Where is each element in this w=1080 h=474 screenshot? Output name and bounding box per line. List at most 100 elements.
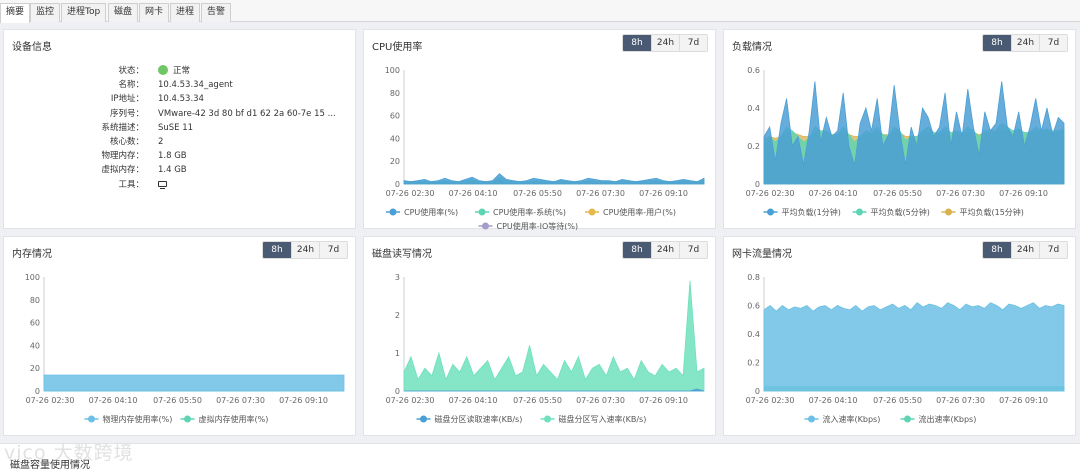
info-key: 虚拟内存：	[101, 165, 144, 176]
range-8h-button[interactable]: 8h	[263, 242, 291, 258]
legend-label: 物理内存使用率(%)	[103, 414, 173, 424]
range-24h-button[interactable]: 24h	[651, 242, 679, 258]
watermark: vico 大数跨境	[4, 442, 134, 464]
y-tick-label: 100	[25, 273, 40, 282]
info-row-cores: 核心数： 2	[4, 135, 356, 149]
range-8h-button[interactable]: 8h	[983, 242, 1011, 258]
legend-item[interactable]: CPU使用率(%)	[386, 207, 458, 217]
x-tick-label: 07-26 07:30	[576, 396, 625, 405]
x-tick-label: 07-26 07:30	[216, 396, 265, 405]
legend-item[interactable]: 磁盘分区写入速率(KB/s)	[540, 414, 647, 424]
y-tick-label: 0	[755, 387, 760, 396]
legend-label: 流入速率(Kbps)	[823, 414, 881, 424]
range-7d-button[interactable]: 7d	[679, 35, 707, 51]
x-tick-label: 07-26 04:10	[809, 189, 858, 198]
tab-process-top[interactable]: 进程Top	[61, 3, 107, 22]
time-range-selector: 8h 24h 7d	[262, 241, 348, 259]
legend-label: CPU使用率-系统(%)	[493, 207, 566, 217]
disk-io-panel: 磁盘读写情况 8h 24h 7d 0 1 2 3 07-26 02:30 07-26 04…	[363, 236, 716, 436]
info-row-ip: IP地址： 10.4.53.34	[4, 92, 356, 106]
series-area-0	[763, 302, 1065, 392]
y-tick-label: 20	[30, 364, 40, 373]
legend-marker	[482, 222, 489, 230]
legend-item[interactable]: 物理内存使用率(%)	[84, 414, 173, 424]
range-8h-button[interactable]: 8h	[983, 35, 1011, 51]
legend-marker	[544, 415, 551, 423]
info-value: 正常	[158, 64, 190, 78]
device-info-list: 状态： 正常 名称： 10.4.53.34_agent IP地址： 10.4.53.…	[4, 64, 356, 192]
legend-label: CPU使用率-用户(%)	[603, 207, 676, 217]
legend-marker	[389, 208, 397, 216]
legend-item[interactable]: 平均负载(1分钟)	[763, 207, 841, 217]
y-tick-label: 3	[395, 273, 400, 282]
x-tick-label: 07-26 09:10	[639, 189, 688, 198]
x-tick-label: 07-26 02:30	[386, 189, 435, 198]
legend-item[interactable]: 虚拟内存使用率(%)	[180, 414, 269, 424]
remote-desktop-icon[interactable]	[158, 180, 167, 189]
range-8h-button[interactable]: 8h	[623, 35, 651, 51]
info-value: 10.4.53.34	[158, 94, 204, 105]
info-row-tools: 工具：	[4, 178, 356, 192]
panel-title: CPU使用率	[372, 42, 423, 53]
legend-item[interactable]: 流入速率(Kbps)	[804, 414, 881, 424]
range-24h-button[interactable]: 24h	[291, 242, 319, 258]
panel-title: 网卡流量情况	[732, 249, 792, 260]
info-row-physical-memory: 物理内存： 1.8 GB	[4, 149, 356, 163]
info-row-virtual-memory: 虚拟内存： 1.4 GB	[4, 163, 356, 177]
legend-item[interactable]: CPU使用率-用户(%)	[585, 207, 676, 217]
y-tick-label: 0.8	[747, 273, 760, 282]
time-range-selector: 8h 24h 7d	[622, 241, 708, 259]
tab-disk[interactable]: 磁盘	[108, 3, 139, 22]
x-tick-label: 07-26 04:10	[809, 396, 858, 405]
legend-item[interactable]: 流出速率(Kbps)	[900, 414, 977, 424]
range-24h-button[interactable]: 24h	[651, 35, 679, 51]
x-tick-label: 07-26 05:50	[513, 189, 562, 198]
info-value: 2	[158, 136, 164, 147]
range-7d-button[interactable]: 7d	[679, 242, 707, 258]
time-range-selector: 8h 24h 7d	[982, 34, 1068, 52]
x-tick-label: 07-26 07:30	[936, 396, 985, 405]
network-chart: 0 0.2 0.4 0.6 0.8 07-26 02:30 07-26 04:10 07-26…	[746, 273, 1065, 424]
y-tick-label: 60	[390, 112, 400, 121]
legend-item[interactable]: 磁盘分区读取速率(KB/s)	[416, 414, 523, 424]
y-tick-label: 80	[390, 89, 400, 98]
load-panel: 负载情况 8h 24h 7d 0 0.2 0.4 0.6 07-26 02:30 07-2…	[723, 29, 1076, 229]
range-7d-button[interactable]: 7d	[319, 242, 347, 258]
info-value: SuSE 11	[158, 122, 194, 133]
tab-bar: 摘要 监控 进程Top 磁盘 网卡 进程 告警	[0, 0, 1080, 23]
y-tick-label: 0	[755, 180, 760, 189]
tab-alarm[interactable]: 告警	[201, 3, 232, 22]
tab-process[interactable]: 进程	[170, 3, 201, 22]
info-row-os: 系统描述： SuSE 11	[4, 121, 356, 135]
tab-monitor[interactable]: 监控	[30, 3, 61, 22]
tab-nic[interactable]: 网卡	[139, 3, 170, 22]
x-tick-label: 07-26 05:50	[873, 396, 922, 405]
range-7d-button[interactable]: 7d	[1039, 242, 1067, 258]
info-key: 物理内存：	[101, 151, 144, 162]
series-area-0	[403, 173, 705, 185]
x-tick-label: 07-26 04:10	[89, 396, 138, 405]
info-row-name: 名称： 10.4.53.34_agent	[4, 78, 356, 92]
legend-item[interactable]: CPU使用率-IO等待(%)	[478, 221, 579, 230]
legend-marker	[767, 208, 774, 216]
memory-chart: 0 20 40 60 80 100 07-26 02:30 07-26 04:10 07-26 …	[25, 273, 345, 424]
legend-label: CPU使用率(%)	[404, 207, 458, 217]
tab-summary[interactable]: 摘要	[0, 3, 31, 23]
range-8h-button[interactable]: 8h	[623, 242, 651, 258]
series-area-0	[43, 374, 345, 392]
range-7d-button[interactable]: 7d	[1039, 35, 1067, 51]
legend-marker	[945, 208, 952, 216]
legend-marker	[808, 415, 815, 423]
y-tick-label: 20	[390, 157, 400, 166]
info-key: 状态：	[118, 66, 144, 76]
legend-item[interactable]: CPU使用率-系统(%)	[475, 207, 566, 217]
range-24h-button[interactable]: 24h	[1011, 35, 1039, 51]
legend-label: 虚拟内存使用率(%)	[199, 414, 269, 424]
info-key: 名称：	[118, 80, 144, 91]
legend-item[interactable]: 平均负载(5分钟)	[852, 207, 930, 217]
panel-title: 内存情况	[12, 249, 52, 260]
range-24h-button[interactable]: 24h	[1011, 242, 1039, 258]
y-tick-label: 100	[385, 66, 400, 75]
legend-marker	[88, 415, 95, 423]
legend-item[interactable]: 平均负载(15分钟)	[941, 207, 1024, 217]
